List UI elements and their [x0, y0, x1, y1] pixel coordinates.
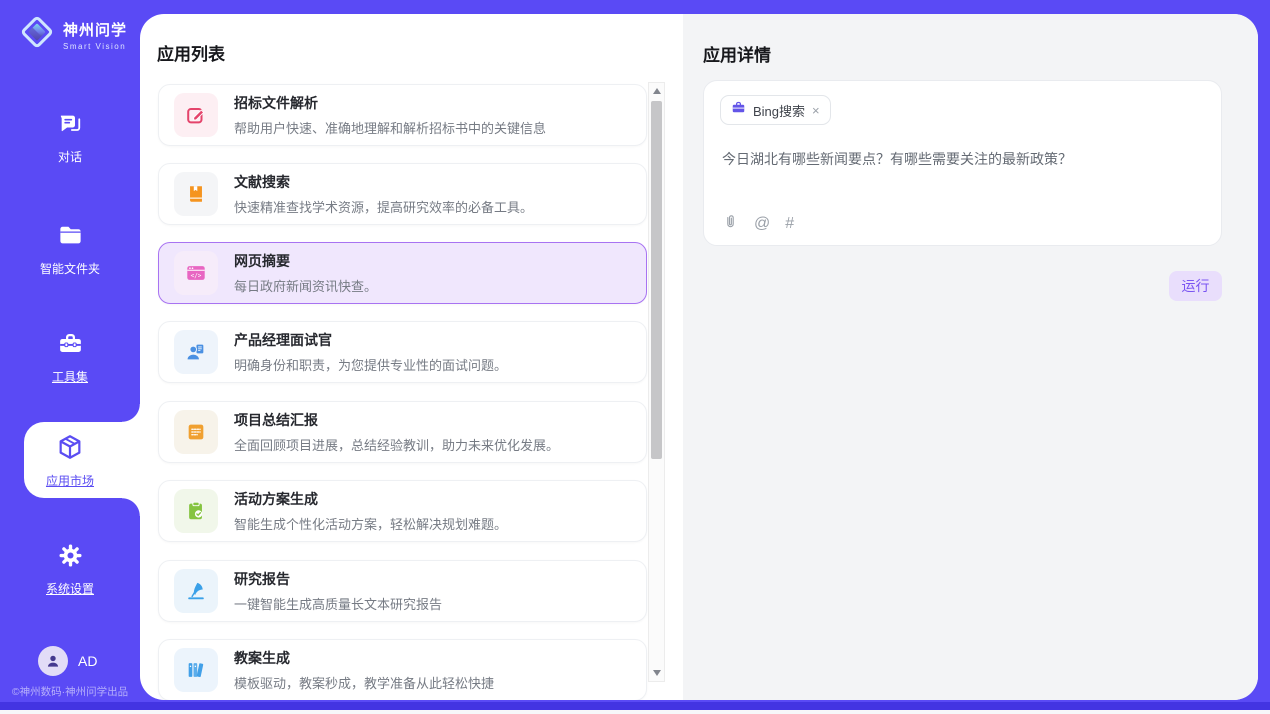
sidebar-item-chat[interactable]: 对话 — [0, 110, 140, 165]
gear-icon — [57, 542, 84, 574]
pen-square-icon — [174, 93, 218, 137]
interviewer-icon — [174, 330, 218, 374]
tool-chip-label: Bing搜索 — [753, 101, 805, 120]
avatar[interactable] — [38, 646, 68, 676]
cube-icon — [56, 433, 84, 466]
briefcase-icon — [731, 100, 746, 120]
app-card-title: 教案生成 — [234, 648, 494, 668]
user-name: AD — [78, 653, 97, 669]
app-card-title: 活动方案生成 — [234, 489, 507, 509]
brand-name: 神州问学 — [63, 19, 127, 40]
app-card-description: 一键智能生成高质量长文本研究报告 — [234, 594, 442, 613]
copyright-text: ©神州数码·神州问学出品 — [0, 684, 140, 699]
bottom-band — [0, 702, 1270, 710]
sidebar-item-label: 工具集 — [52, 368, 88, 385]
sidebar-item-smart-folder[interactable]: 智能文件夹 — [0, 222, 140, 277]
sidebar-item-label: 应用市场 — [46, 472, 94, 489]
user-account[interactable]: AD — [0, 646, 140, 676]
app-card-research-report[interactable]: 研究报告 一键智能生成高质量长文本研究报告 — [158, 560, 647, 622]
browser-code-icon: </> — [174, 251, 218, 295]
run-button[interactable]: 运行 — [1169, 271, 1222, 301]
app-detail-panel: 应用详情 Bing搜索 × 今日湖北有哪些新闻要点？有哪些需要关注的最新政策？ — [683, 14, 1258, 700]
app-card-description: 明确身份和职责，为您提供专业性的面试问题。 — [234, 355, 507, 374]
main-panel: 应用列表 招标文件解析 帮助用户快速、准确地理解和解析招标书中的关键信息 — [140, 14, 1258, 700]
sidebar-bubble-curve-top — [122, 404, 140, 422]
prompt-input[interactable]: 今日湖北有哪些新闻要点？有哪些需要关注的最新政策？ — [722, 149, 1202, 169]
chat-icon — [57, 110, 84, 142]
prompt-toolbar: @ # — [722, 213, 794, 235]
books-icon — [174, 648, 218, 692]
app-card-title: 网页摘要 — [234, 251, 377, 271]
sidebar: 神州问学 Smart Vision 对话 智能文件夹 — [0, 0, 140, 714]
sidebar-item-app-market[interactable]: 应用市场 — [0, 433, 140, 489]
app-card-title: 招标文件解析 — [234, 93, 546, 113]
brand-diamond-icon — [18, 13, 56, 56]
app-card-description: 每日政府新闻资讯快查。 — [234, 276, 377, 295]
brand-subtitle: Smart Vision — [63, 42, 127, 51]
app-list-title: 应用列表 — [157, 40, 225, 65]
book-icon — [174, 172, 218, 216]
app-card-lesson-plan[interactable]: 教案生成 模板驱动，教案秒成，教学准备从此轻松快捷 — [158, 639, 647, 700]
sidebar-item-toolkit[interactable]: 工具集 — [0, 330, 140, 385]
paperclip-icon[interactable] — [722, 213, 739, 235]
svg-text:</>: </> — [191, 272, 202, 279]
at-icon[interactable]: @ — [754, 215, 770, 233]
sidebar-item-settings[interactable]: 系统设置 — [0, 542, 140, 597]
folder-icon — [57, 222, 84, 254]
hash-icon[interactable]: # — [785, 215, 794, 233]
app-card-description: 智能生成个性化活动方案，轻松解决规划难题。 — [234, 514, 507, 533]
scrollbar-thumb[interactable] — [651, 101, 662, 459]
app-card-description: 全面回顾项目进展，总结经验教训，助力未来优化发展。 — [234, 435, 559, 454]
person-icon — [44, 652, 62, 670]
app-card-literature-search[interactable]: 文献搜索 快速精准查找学术资源，提高研究效率的必备工具。 — [158, 163, 647, 225]
toolbox-icon — [57, 330, 84, 362]
note-icon — [174, 410, 218, 454]
app-card-description: 帮助用户快速、准确地理解和解析招标书中的关键信息 — [234, 118, 546, 137]
app-card-title: 项目总结汇报 — [234, 410, 559, 430]
tool-chip-bing-search[interactable]: Bing搜索 × — [720, 95, 831, 125]
scroll-up-arrow-icon[interactable] — [649, 83, 664, 99]
app-card-pm-interviewer[interactable]: 产品经理面试官 明确身份和职责，为您提供专业性的面试问题。 — [158, 321, 647, 383]
app-detail-title: 应用详情 — [703, 41, 771, 66]
sidebar-item-label: 智能文件夹 — [40, 260, 100, 277]
sidebar-item-label: 对话 — [58, 148, 82, 165]
app-card-description: 模板驱动，教案秒成，教学准备从此轻松快捷 — [234, 673, 494, 692]
app-list-scrollbar[interactable] — [648, 82, 665, 682]
sidebar-item-label: 系统设置 — [46, 580, 94, 597]
app-card-bid-parsing[interactable]: 招标文件解析 帮助用户快速、准确地理解和解析招标书中的关键信息 — [158, 84, 647, 146]
app-card-event-plan[interactable]: 活动方案生成 智能生成个性化活动方案，轻松解决规划难题。 — [158, 480, 647, 542]
app-card-description: 快速精准查找学术资源，提高研究效率的必备工具。 — [234, 197, 533, 216]
close-icon[interactable]: × — [812, 104, 820, 117]
brand-text: 神州问学 Smart Vision — [63, 19, 127, 51]
app-card-project-summary[interactable]: 项目总结汇报 全面回顾项目进展，总结经验教训，助力未来优化发展。 — [158, 401, 647, 463]
clipboard-check-icon — [174, 489, 218, 533]
prompt-card: Bing搜索 × 今日湖北有哪些新闻要点？有哪些需要关注的最新政策？ @ # — [703, 80, 1222, 246]
app-card-title: 文献搜索 — [234, 172, 533, 192]
app-card-title: 研究报告 — [234, 569, 442, 589]
sidebar-bubble-curve-bottom — [122, 498, 140, 516]
scroll-down-arrow-icon[interactable] — [649, 665, 664, 681]
ink-pen-icon — [174, 569, 218, 613]
brand-logo: 神州问学 Smart Vision — [18, 13, 127, 56]
bottom-edge — [0, 710, 1270, 714]
app-card-web-summary[interactable]: </> 网页摘要 每日政府新闻资讯快查。 — [158, 242, 647, 304]
app-card-title: 产品经理面试官 — [234, 330, 507, 350]
